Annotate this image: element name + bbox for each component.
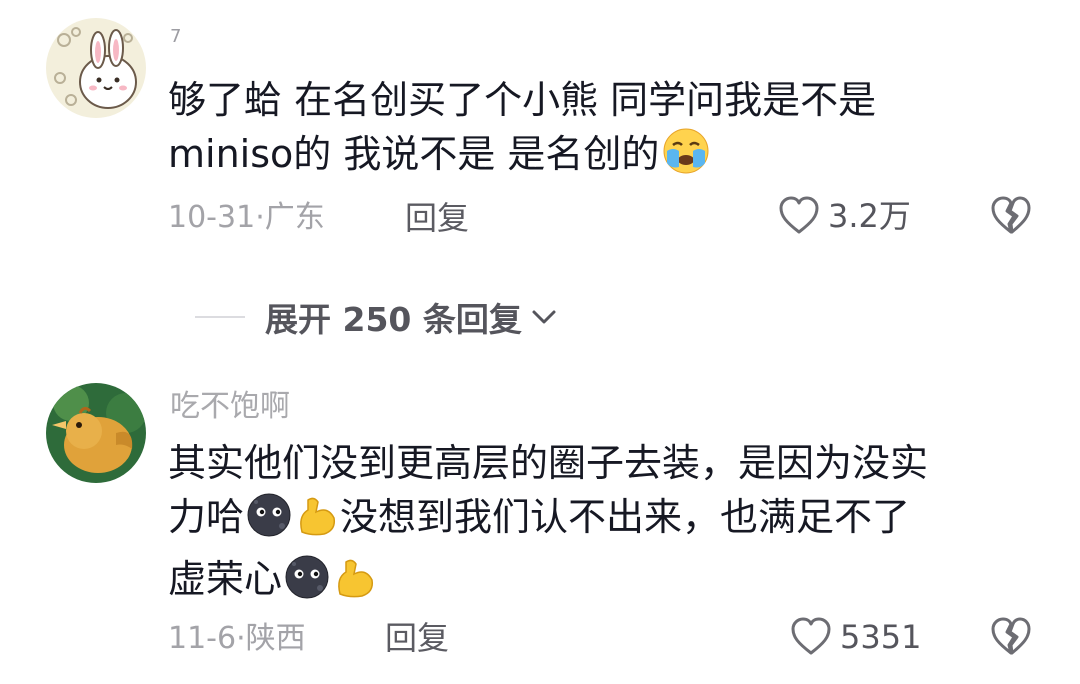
comment-content-line: miniso的 我说不是 是名创的 bbox=[168, 127, 1048, 189]
comment-location: 陕西 bbox=[245, 621, 306, 656]
separator-dot: · bbox=[255, 200, 265, 235]
like-button[interactable]: 5351 bbox=[790, 617, 921, 657]
like-button[interactable]: 3.2万 bbox=[778, 196, 911, 236]
separator-dot: · bbox=[236, 621, 246, 656]
comment-meta: 10-31·广东 bbox=[168, 203, 325, 233]
comment-location: 广东 bbox=[264, 200, 325, 235]
comment-content-line: 虚荣心 bbox=[168, 552, 1048, 614]
comment-content-line: 力哈 没想到我们认不出来，也满足不了 bbox=[168, 490, 1048, 552]
comment-content: 其实他们没到更高层的圈子去装，是因为没实 力哈 没想到我们认不出来，也满足不了 … bbox=[168, 436, 1048, 614]
divider-line bbox=[195, 316, 245, 318]
dark-moon-face-emoji bbox=[282, 554, 332, 614]
expand-replies-label: 展开 250 条回复 bbox=[265, 300, 522, 339]
comment-username[interactable]: 7 bbox=[170, 28, 181, 46]
comment-content-line: 其实他们没到更高层的圈子去装，是因为没实 bbox=[168, 441, 929, 485]
broken-heart-icon bbox=[991, 617, 1031, 655]
comment-content-line: 够了蛤 在名创买了个小熊 同学问我是不是 bbox=[168, 78, 877, 122]
flexed-biceps-emoji bbox=[332, 554, 378, 614]
comment-content: 够了蛤 在名创买了个小熊 同学问我是不是 miniso的 我说不是 是名创的 bbox=[168, 73, 1048, 189]
comment-username[interactable]: 吃不饱啊 bbox=[170, 392, 290, 422]
dislike-button[interactable] bbox=[990, 196, 1032, 240]
avatar-chicken[interactable] bbox=[46, 383, 146, 483]
like-count: 5351 bbox=[840, 618, 922, 656]
avatar-rabbit[interactable] bbox=[46, 18, 146, 118]
reply-button[interactable]: 回复 bbox=[405, 202, 469, 234]
dark-moon-face-emoji bbox=[244, 492, 294, 552]
chevron-down-icon bbox=[532, 310, 556, 324]
reply-button[interactable]: 回复 bbox=[385, 622, 449, 654]
expand-replies-button[interactable]: 展开 250 条回复 bbox=[195, 293, 558, 341]
heart-icon bbox=[779, 196, 819, 234]
comment-meta: 11-6·陕西 bbox=[168, 624, 306, 654]
like-count: 3.2万 bbox=[828, 197, 911, 235]
dislike-button[interactable] bbox=[990, 617, 1032, 661]
heart-icon bbox=[791, 617, 831, 655]
broken-heart-icon bbox=[991, 196, 1031, 234]
comment-date: 11-6 bbox=[168, 621, 237, 656]
comment-date: 10-31 bbox=[168, 200, 256, 235]
flexed-biceps-emoji bbox=[294, 492, 340, 552]
crying-face-emoji bbox=[659, 127, 713, 189]
